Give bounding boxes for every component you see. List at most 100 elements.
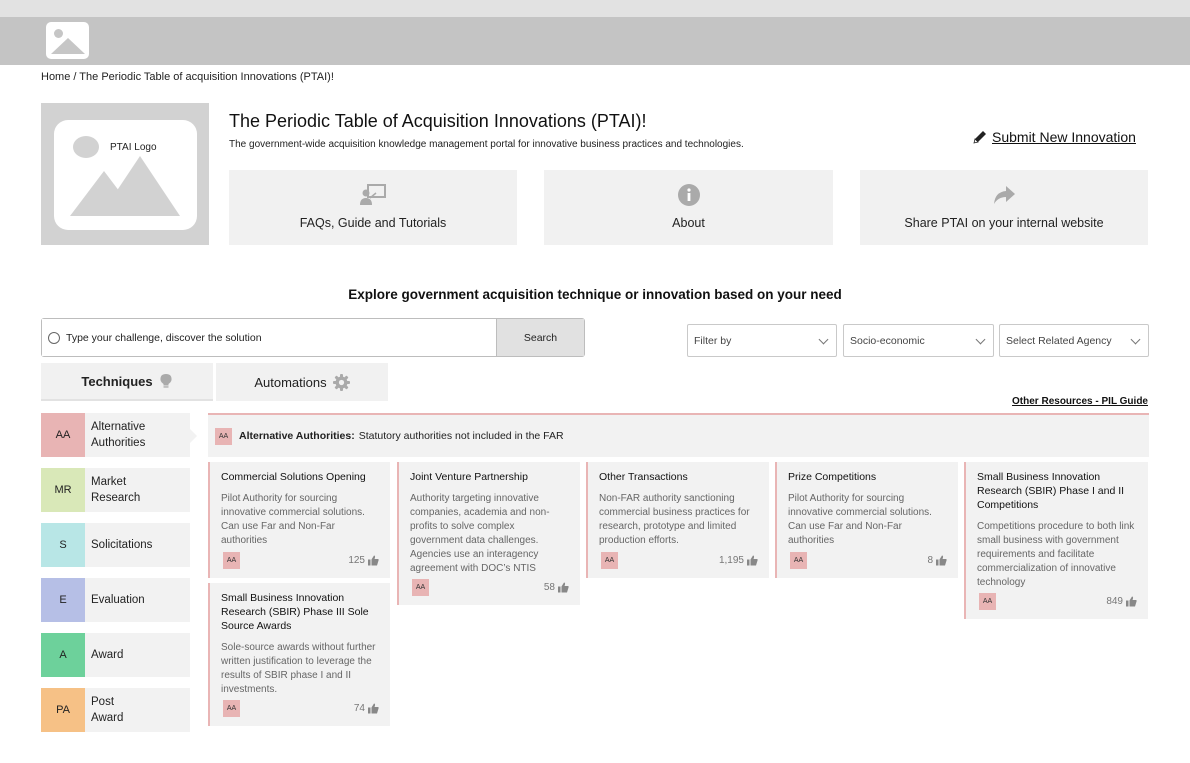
category-symbol: MR (41, 468, 85, 512)
card-title: Prize Competitions (788, 471, 877, 483)
card-title: Other Transactions (599, 471, 688, 483)
innovation-card[interactable]: Commercial Solutions Opening Pilot Autho… (208, 462, 390, 578)
tab-automations[interactable]: Automations (216, 363, 388, 401)
category-name: Market Research (91, 476, 141, 504)
chevron-down-icon (818, 334, 829, 345)
category-post-award[interactable]: PA Post Award (41, 688, 190, 732)
banner-title: Alternative Authorities: (239, 430, 355, 442)
category-name: Post Award (91, 696, 124, 724)
like-count[interactable]: 58 (544, 582, 569, 593)
card-description: Pilot Authority for sourcing innovative … (221, 493, 365, 546)
ptai-logo: PTAI Logo (41, 103, 209, 245)
card-badge: AA (223, 700, 240, 717)
category-name: Solicitations (91, 539, 153, 551)
tab-techniques[interactable]: Techniques (41, 363, 213, 401)
card-badge: AA (601, 552, 618, 569)
like-count[interactable]: 125 (348, 555, 379, 566)
card-description: Non-FAR authority sanctioning commercial… (599, 493, 750, 546)
faqs-tile[interactable]: FAQs, Guide and Tutorials (229, 170, 517, 245)
tab-automations-label: Automations (254, 374, 327, 390)
category-badge: AA (215, 427, 232, 445)
thumbs-up-icon (558, 582, 569, 593)
card-description: Pilot Authority for sourcing innovative … (788, 493, 932, 546)
category-alternative-authorities[interactable]: AA Alternative Authorities (41, 413, 190, 457)
socio-economic-select[interactable]: Socio-economic (843, 324, 994, 357)
active-category-arrow (190, 429, 197, 443)
search-bar: Search (41, 318, 585, 357)
innovation-card[interactable]: Small Business Innovation Research (SBIR… (964, 462, 1148, 619)
category-name: Alternative Authorities (91, 421, 146, 449)
pencil-icon (973, 131, 986, 144)
explore-heading: Explore government acquisition technique… (348, 287, 842, 302)
category-banner: AA Alternative Authorities: Statutory au… (208, 413, 1149, 457)
filter-by-select[interactable]: Filter by (687, 324, 837, 357)
category-solicitations[interactable]: S Solicitations (41, 523, 190, 567)
filter-by-value: Filter by (694, 334, 732, 347)
related-agency-value: Select Related Agency (1006, 334, 1112, 347)
innovation-card[interactable]: Small Business Innovation Research (SBIR… (208, 583, 390, 726)
presenter-icon (360, 184, 386, 205)
other-resources-link[interactable]: Other Resources - PIL Guide (1012, 396, 1148, 407)
card-description: Sole-source awards without further writt… (221, 642, 376, 695)
socio-economic-value: Socio-economic (850, 334, 925, 347)
card-title: Small Business Innovation Research (SBIR… (977, 471, 1125, 511)
thumbs-up-icon (368, 555, 379, 566)
search-input[interactable] (66, 331, 466, 344)
related-agency-select[interactable]: Select Related Agency (999, 324, 1149, 357)
gear-icon (332, 373, 350, 391)
thumbs-up-icon (1126, 596, 1137, 607)
thumbs-up-icon (368, 703, 379, 714)
info-icon (677, 184, 700, 206)
search-icon (48, 331, 60, 344)
category-name: Evaluation (91, 594, 145, 606)
share-tile-label: Share PTAI on your internal website (904, 216, 1104, 230)
category-symbol: E (41, 578, 85, 622)
lightbulb-icon (160, 374, 172, 388)
share-icon (994, 186, 1015, 204)
about-tile[interactable]: About (544, 170, 833, 245)
header-logo-icon[interactable] (46, 22, 89, 59)
about-tile-label: About (672, 216, 705, 230)
innovation-card[interactable]: Prize Competitions Pilot Authority for s… (775, 462, 958, 578)
thumbs-up-icon (936, 555, 947, 566)
category-symbol: PA (41, 688, 85, 732)
image-placeholder-icon: PTAI Logo (54, 120, 197, 230)
card-badge: AA (790, 552, 807, 569)
thumbs-up-icon (747, 555, 758, 566)
chevron-down-icon (975, 334, 986, 345)
category-market-research[interactable]: MR Market Research (41, 468, 190, 512)
submit-innovation-link[interactable]: Submit New Innovation (972, 129, 1136, 145)
tab-techniques-label: Techniques (81, 373, 153, 389)
site-header (0, 17, 1190, 65)
card-badge: AA (412, 579, 429, 596)
chevron-down-icon (1130, 334, 1141, 345)
card-title: Small Business Innovation Research (SBIR… (221, 592, 369, 632)
like-count[interactable]: 8 (927, 555, 947, 566)
search-button[interactable]: Search (496, 319, 584, 356)
category-symbol: AA (41, 413, 85, 457)
browser-top-strip (0, 0, 1190, 17)
category-symbol: S (41, 523, 85, 567)
card-badge: AA (223, 552, 240, 569)
like-count[interactable]: 849 (1106, 596, 1137, 607)
card-title: Commercial Solutions Opening (221, 471, 366, 483)
category-award[interactable]: A Award (41, 633, 190, 677)
logo-label: PTAI Logo (110, 142, 157, 153)
card-badge: AA (979, 593, 996, 610)
card-description: Authority targeting innovative companies… (410, 493, 550, 574)
category-name: Award (91, 649, 124, 661)
faqs-tile-label: FAQs, Guide and Tutorials (299, 216, 447, 230)
innovation-card[interactable]: Other Transactions Non-FAR authority san… (586, 462, 769, 578)
category-symbol: A (41, 633, 85, 677)
like-count[interactable]: 1,195 (719, 555, 758, 566)
share-tile[interactable]: Share PTAI on your internal website (860, 170, 1148, 245)
category-evaluation[interactable]: E Evaluation (41, 578, 190, 622)
card-description: Competitions procedure to both link smal… (977, 521, 1135, 588)
breadcrumb[interactable]: Home / The Periodic Table of acquisition… (41, 71, 334, 83)
page-title: The Periodic Table of Acquisition Innova… (229, 111, 647, 131)
banner-text: Statutory authorities not included in th… (358, 430, 564, 442)
card-title: Joint Venture Partnership (410, 471, 528, 483)
innovation-card[interactable]: Joint Venture Partnership Authority targ… (397, 462, 580, 605)
page-subtitle: The government-wide acquisition knowledg… (229, 139, 744, 150)
like-count[interactable]: 74 (354, 703, 379, 714)
